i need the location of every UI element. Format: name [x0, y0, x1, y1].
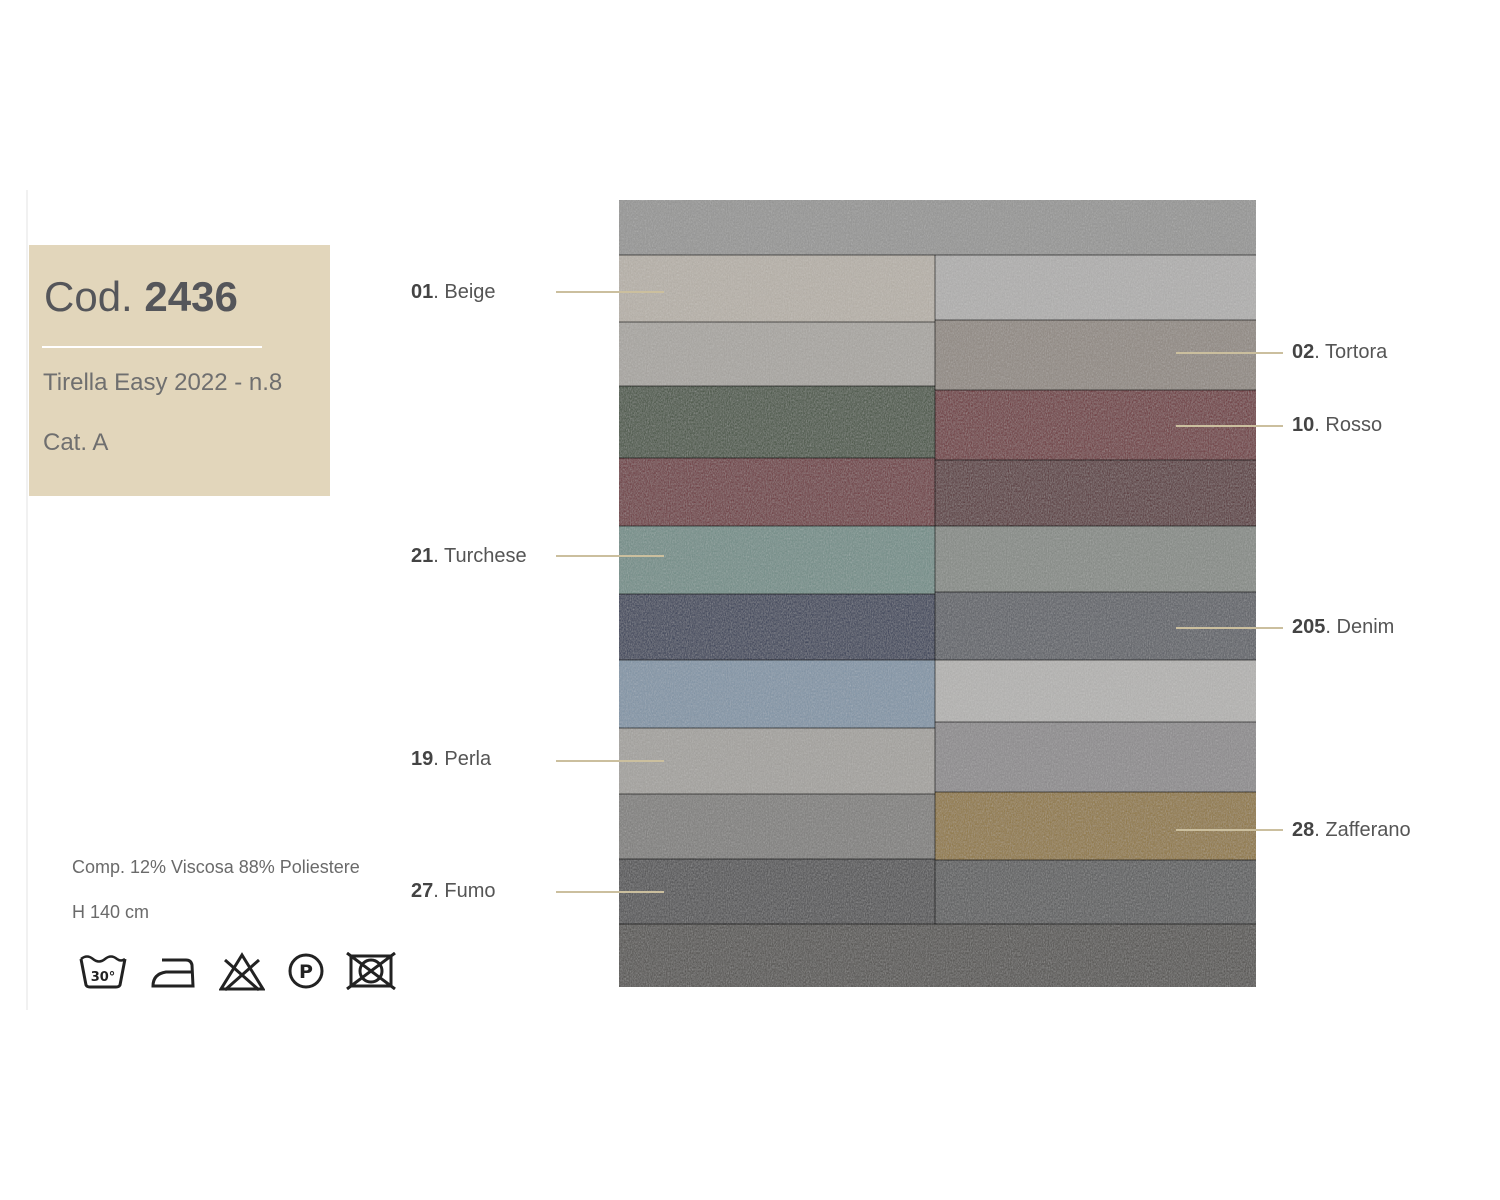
leader-line-21: [556, 555, 664, 557]
leader-line-10: [1176, 425, 1283, 427]
swatch-zafferano: [935, 792, 1256, 860]
iron-icon: [150, 952, 196, 990]
label-10: 10. Rosso: [1292, 414, 1383, 436]
swatch-denim: [935, 592, 1256, 660]
label-205: 205. Denim: [1292, 616, 1395, 638]
label-19: 19. Perla: [411, 748, 492, 770]
code-number: 2436: [144, 273, 238, 320]
wash-temp-label: 30°: [91, 970, 116, 985]
label-27: 27. Fumo: [411, 880, 496, 902]
dry-clean-p-icon: P: [286, 952, 326, 990]
composition-text: Comp. 12% Viscosa 88% Poliestere: [72, 857, 360, 877]
wash-30-icon: 30°: [79, 952, 127, 990]
leader-line-27: [556, 891, 664, 893]
svg-text:P: P: [299, 961, 313, 983]
label-28: 28. Zafferano: [1292, 819, 1411, 841]
swatch-fumo: [619, 859, 935, 927]
label-02: 02. Tortora: [1292, 341, 1388, 363]
category-label: Cat. A: [43, 429, 109, 456]
label-01: 01. Beige: [411, 281, 496, 303]
leader-line-01: [556, 291, 664, 293]
fabric-swatch-panel: [619, 200, 1256, 987]
code-box-divider: [42, 346, 262, 348]
height-text: H 140 cm: [72, 902, 150, 922]
leader-line-28: [1176, 829, 1283, 831]
leader-line-02: [1176, 352, 1283, 354]
swatch-beige: [619, 255, 935, 322]
no-bleach-icon: [219, 952, 265, 992]
no-tumble-dry-icon: [345, 952, 397, 990]
label-21: 21. Turchese: [411, 545, 527, 567]
collection-name: Tirella Easy 2022 - n.8: [43, 369, 283, 396]
code-prefix: Cod.: [44, 273, 133, 320]
leader-line-19: [556, 760, 664, 762]
swatch-turchese: [619, 526, 935, 594]
swatch-perla: [619, 728, 935, 794]
product-code: Cod. 2436: [44, 273, 238, 321]
product-code-box: Cod. 2436 Tirella Easy 2022 - n.8 Cat. A: [29, 245, 330, 496]
leader-line-205: [1176, 627, 1283, 629]
left-margin-rule: [26, 190, 28, 1010]
swatch-tortora: [935, 320, 1256, 390]
